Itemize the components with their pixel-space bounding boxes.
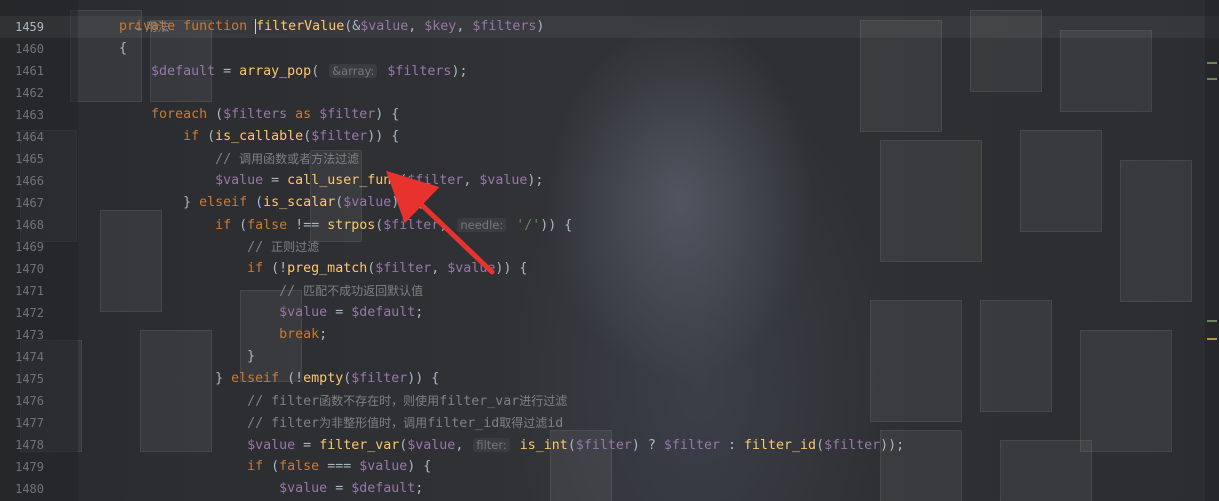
red-annotation-arrow <box>385 170 495 275</box>
